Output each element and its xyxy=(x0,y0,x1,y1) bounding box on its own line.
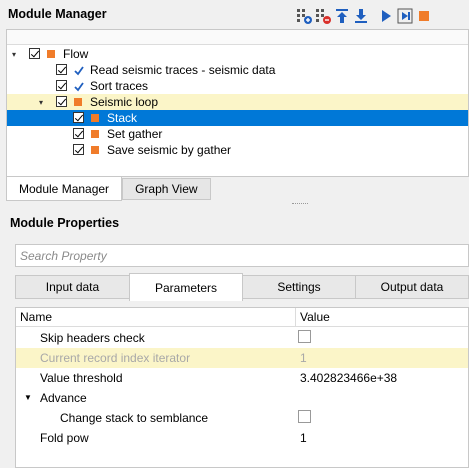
module-properties-title: Module Properties xyxy=(10,216,120,230)
toolbar xyxy=(296,6,435,26)
tab-settings[interactable]: Settings xyxy=(242,275,356,299)
property-row-fold-pow: Fold pow 1 xyxy=(16,428,468,448)
property-name: Skip headers check xyxy=(40,331,145,345)
checkmark-icon xyxy=(74,82,84,92)
expand-arrow-icon[interactable]: ▾ xyxy=(9,49,19,59)
tree-item-label: Seismic loop xyxy=(90,95,159,109)
add-module-icon[interactable] xyxy=(296,8,312,24)
module-tree: ▾ Flow Read seismic traces - seismic data S… xyxy=(6,29,469,177)
tab-parameters[interactable]: Parameters xyxy=(129,273,243,301)
tree-item[interactable]: Read seismic traces - seismic data xyxy=(7,62,468,78)
module-square-icon xyxy=(47,50,55,58)
tree-item[interactable]: ▾ Flow xyxy=(7,46,468,62)
tree-item[interactable]: Save seismic by gather xyxy=(7,142,468,158)
value-threshold-field[interactable]: 3.402823466e+38 xyxy=(300,371,397,385)
tree-item-checkbox[interactable] xyxy=(56,64,67,75)
property-tabs: Input data Parameters Settings Output da… xyxy=(15,273,469,301)
tree-item-checkbox[interactable] xyxy=(73,144,84,155)
fold-pow-field[interactable]: 1 xyxy=(300,431,307,445)
module-square-icon xyxy=(91,130,99,138)
property-row-skip-headers-check: Skip headers check xyxy=(16,328,468,348)
run-icon[interactable] xyxy=(378,8,394,24)
property-name: Fold pow xyxy=(40,431,89,445)
search-property-input[interactable]: Search Property xyxy=(15,244,469,267)
module-square-icon xyxy=(91,114,99,122)
splitter-handle[interactable] xyxy=(292,203,308,207)
property-name: Change stack to semblance xyxy=(60,411,209,425)
stop-icon[interactable] xyxy=(416,8,432,24)
property-grid: Name Value Skip headers check Current re… xyxy=(15,307,469,468)
tab-module-manager[interactable]: Module Manager xyxy=(6,177,123,201)
property-name: Current record index iterator xyxy=(40,351,191,365)
tab-graph-view[interactable]: Graph View xyxy=(122,178,211,200)
skip-headers-checkbox[interactable] xyxy=(298,330,311,343)
expand-arrow-icon[interactable]: ▼ xyxy=(24,393,32,402)
tree-item-label: Save seismic by gather xyxy=(107,143,232,157)
property-group-advance[interactable]: ▼ Advance xyxy=(16,388,468,408)
tree-item-checkbox[interactable] xyxy=(73,112,84,123)
tree-item-checkbox[interactable] xyxy=(73,128,84,139)
tree-item-label: Stack xyxy=(107,111,138,125)
group-name: Advance xyxy=(40,391,87,405)
grid-header: Name Value xyxy=(16,308,468,327)
column-name-header: Name xyxy=(20,310,53,324)
checkmark-icon xyxy=(74,66,84,76)
manager-tabs: Module Manager Graph View xyxy=(6,177,211,201)
tree-item-label: Read seismic traces - seismic data xyxy=(90,63,276,77)
module-manager-title: Module Manager xyxy=(8,7,107,21)
semblance-checkbox[interactable] xyxy=(298,410,311,423)
move-down-icon[interactable] xyxy=(353,8,369,24)
step-run-icon[interactable] xyxy=(397,8,413,24)
property-row-change-stack: Change stack to semblance xyxy=(16,408,468,428)
tree-item-checkbox[interactable] xyxy=(56,96,67,107)
property-value: 1 xyxy=(300,351,307,365)
tree-item-label: Set gather xyxy=(107,127,163,141)
tree-item[interactable]: Stack xyxy=(7,110,468,126)
move-up-icon[interactable] xyxy=(334,8,350,24)
module-square-icon xyxy=(74,98,82,106)
property-row-current-record-index: Current record index iterator 1 xyxy=(16,348,468,368)
tree-item-label: Sort traces xyxy=(90,79,149,93)
module-square-icon xyxy=(91,146,99,154)
tree-header xyxy=(7,30,468,45)
tab-input-data[interactable]: Input data xyxy=(15,275,130,299)
tree-item[interactable]: ▾ Seismic loop xyxy=(7,94,468,110)
tree-item-label: Flow xyxy=(63,47,89,61)
tree-item-checkbox[interactable] xyxy=(56,80,67,91)
tree-item[interactable]: Set gather xyxy=(7,126,468,142)
tab-output-data[interactable]: Output data xyxy=(355,275,469,299)
column-value-header: Value xyxy=(300,310,330,324)
remove-module-icon[interactable] xyxy=(315,8,331,24)
tree-item-checkbox[interactable] xyxy=(29,48,40,59)
expand-arrow-icon[interactable]: ▾ xyxy=(36,97,46,107)
property-row-value-threshold: Value threshold 3.402823466e+38 xyxy=(16,368,468,388)
property-name: Value threshold xyxy=(40,371,123,385)
tree-item[interactable]: Sort traces xyxy=(7,78,468,94)
